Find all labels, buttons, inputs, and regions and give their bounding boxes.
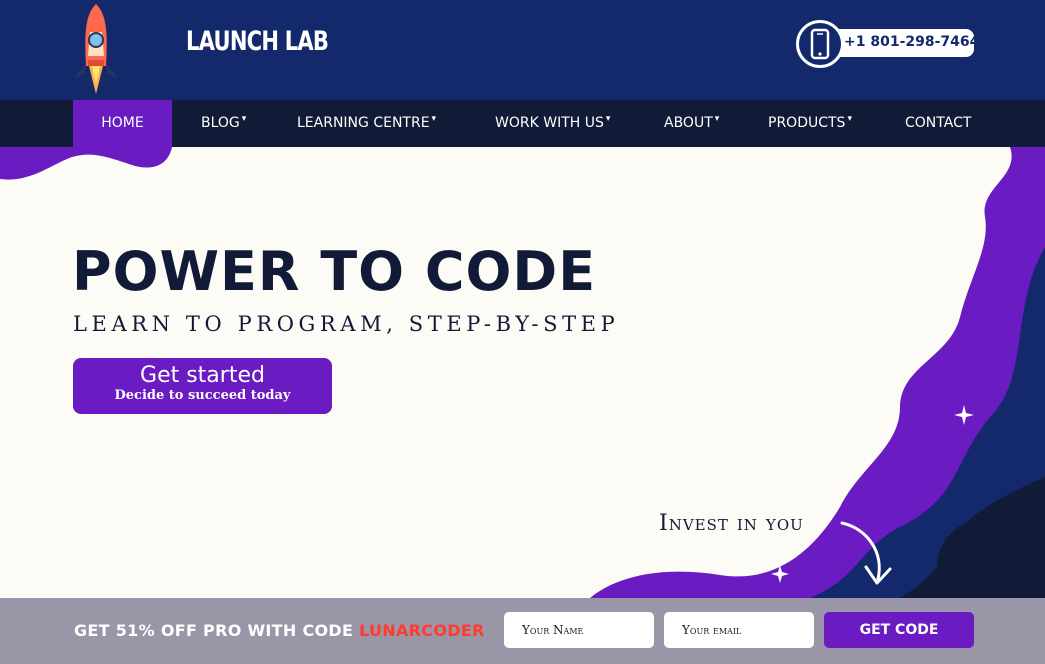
nav-item-label: CONTACT — [905, 115, 972, 131]
nav-item-blog[interactable]: BLOG ▾ — [201, 100, 246, 147]
nav-item-home[interactable]: HOME — [73, 100, 172, 147]
invest-tagline: Invest in you — [659, 511, 804, 536]
get-code-button[interactable]: GET CODE — [824, 612, 974, 648]
cta-main-label: Get started — [140, 363, 265, 388]
nav-item-label: LEARNING CENTRE — [297, 115, 430, 131]
phone-number[interactable]: +1 801-298-7464 — [844, 34, 979, 50]
nav-item-contact[interactable]: CONTACT — [905, 100, 971, 147]
main-nav: HOME BLOG ▾ LEARNING CENTRE ▾ WORK WITH US… — [0, 100, 1045, 147]
chevron-down-icon: ▾ — [847, 114, 852, 124]
get-started-button[interactable]: Get started Decide to succeed today — [73, 358, 332, 414]
site-header: LAUNCH LAB +1 801-298-7464 — [0, 0, 1045, 100]
chevron-down-icon: ▾ — [241, 114, 247, 124]
nav-item-label: BLOG — [201, 115, 240, 131]
nav-item-learning-centre[interactable]: LEARNING CENTRE ▾ — [297, 100, 436, 147]
smartphone-icon — [810, 28, 830, 60]
nav-item-work-with-us[interactable]: WORK WITH US ▾ — [495, 100, 610, 147]
nav-item-label: WORK WITH US — [495, 115, 604, 131]
promo-bar: GET 51% OFF PRO WITH CODE LUNARCODER GET… — [0, 598, 1045, 664]
promo-code: LUNARCODER — [359, 621, 485, 640]
chevron-down-icon: ▾ — [431, 114, 437, 124]
nav-item-label: ABOUT — [664, 115, 713, 131]
phone-icon-badge — [796, 20, 844, 68]
hero-subtitle: LEARN TO PROGRAM, STEP-BY-STEP — [73, 312, 620, 336]
cta-sub-label: Decide to succeed today — [114, 388, 291, 403]
nav-item-label: PRODUCTS — [768, 115, 846, 131]
nav-item-about[interactable]: ABOUT ▾ — [664, 100, 719, 147]
rocket-logo-icon — [74, 4, 118, 94]
name-input[interactable] — [504, 612, 654, 648]
chevron-down-icon: ▾ — [605, 114, 611, 124]
hero-title: POWER TO CODE — [72, 240, 597, 303]
brand-name: LAUNCH LAB — [186, 26, 329, 57]
nav-item-label: HOME — [101, 115, 144, 131]
nav-item-products[interactable]: PRODUCTS ▾ — [768, 100, 852, 147]
chevron-down-icon: ▾ — [714, 114, 720, 124]
promo-text: GET 51% OFF PRO WITH CODE LUNARCODER — [74, 621, 485, 640]
logo[interactable]: LAUNCH LAB — [72, 2, 329, 94]
promo-offer: GET 51% OFF PRO WITH CODE — [74, 621, 354, 640]
email-input[interactable] — [664, 612, 814, 648]
phone-contact[interactable]: +1 801-298-7464 — [796, 20, 979, 68]
